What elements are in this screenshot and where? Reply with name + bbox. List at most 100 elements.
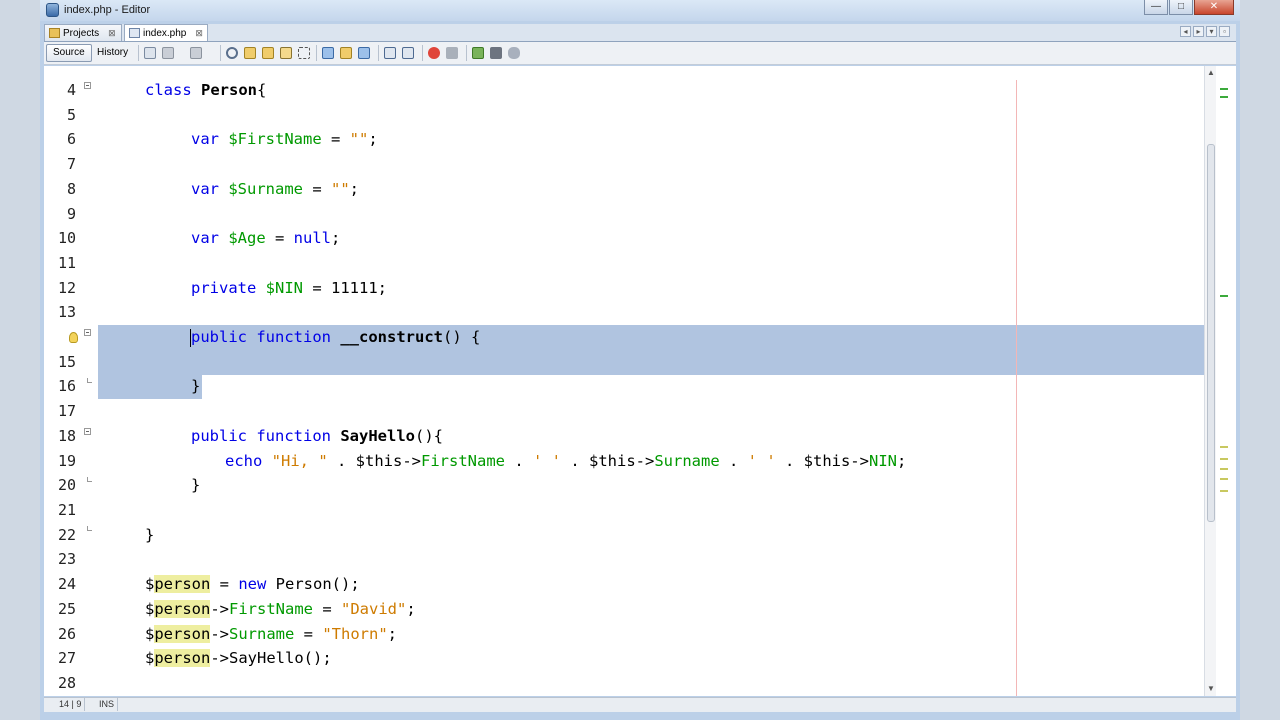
line-number: 13 xyxy=(57,303,76,321)
editor-toolbar: Source History xyxy=(44,42,1236,65)
toggle-highlight-icon[interactable] xyxy=(280,47,292,59)
code-line-18: public function SayHello(){ xyxy=(191,427,443,445)
code-line-4: class Person{ xyxy=(145,81,267,99)
restore-window-icon[interactable]: ▫ xyxy=(1219,26,1230,37)
line-number: 4 xyxy=(66,81,76,99)
fold-end-icon xyxy=(87,526,92,531)
toggle-bookmark-icon[interactable] xyxy=(358,47,370,59)
code-line-8: var $Surname = ""; xyxy=(191,180,360,198)
app-icon xyxy=(46,3,59,17)
tab-projects-label: Projects xyxy=(63,27,100,39)
database-icon[interactable] xyxy=(508,47,520,59)
line-number: 11 xyxy=(57,254,76,272)
code-line-12: private $NIN = 11111; xyxy=(191,279,387,297)
line-number: 22 xyxy=(57,526,76,544)
toggle-rect-selection-icon[interactable] xyxy=(298,47,310,59)
code-line-16: } xyxy=(191,377,201,395)
fold-toggle-icon[interactable] xyxy=(84,329,91,336)
line-number: 27 xyxy=(57,649,76,667)
scroll-down-icon[interactable]: ▼ xyxy=(1207,684,1215,693)
scroll-tabs-right-icon[interactable]: ▸ xyxy=(1193,26,1204,37)
php-file-icon xyxy=(129,28,140,38)
line-number: 24 xyxy=(57,575,76,593)
stripe-mark[interactable] xyxy=(1220,96,1228,98)
fold-toggle-icon[interactable] xyxy=(84,82,91,89)
line-number: 10 xyxy=(57,229,76,247)
code-line-26: $person->Surname = "Thorn"; xyxy=(145,625,398,643)
stripe-mark[interactable] xyxy=(1220,295,1228,297)
projects-icon xyxy=(49,28,60,38)
line-number: 5 xyxy=(66,106,76,124)
code-line-19: echo "Hi, " . $this->FirstName . ' ' . $… xyxy=(225,452,907,470)
stripe-mark[interactable] xyxy=(1220,490,1228,492)
minimize-button[interactable]: — xyxy=(1144,0,1168,15)
cursor-position: 14 | 9 xyxy=(56,698,86,711)
forward-icon[interactable] xyxy=(190,47,202,59)
uncomment-icon[interactable] xyxy=(490,47,502,59)
line-number: 26 xyxy=(57,625,76,643)
next-bookmark-icon[interactable] xyxy=(340,47,352,59)
stop-macro-icon[interactable] xyxy=(446,47,458,59)
line-number: 25 xyxy=(57,600,76,618)
editor-window: index.php - Editor — □ ✕ Projects ⊠ inde… xyxy=(40,0,1240,720)
window-title: index.php - Editor xyxy=(64,4,151,16)
line-number: 15 xyxy=(57,353,76,371)
line-number: 23 xyxy=(57,550,76,568)
stripe-mark[interactable] xyxy=(1220,458,1228,460)
show-opened-documents-icon[interactable]: ▾ xyxy=(1206,26,1217,37)
code-line-27: $person->SayHello(); xyxy=(145,649,332,667)
code-line-14: public function __construct() { xyxy=(190,328,481,347)
line-number: 6 xyxy=(66,130,76,148)
stripe-mark[interactable] xyxy=(1220,478,1228,480)
tab-index-php-label: index.php xyxy=(143,27,187,39)
scrollbar-thumb[interactable] xyxy=(1207,144,1215,522)
line-number: 19 xyxy=(57,452,76,470)
tab-index-php-close-icon[interactable]: ⊠ xyxy=(195,28,203,39)
line-number: 20 xyxy=(57,476,76,494)
stripe-mark[interactable] xyxy=(1220,88,1228,90)
find-previous-icon[interactable] xyxy=(244,47,256,59)
line-number: 16 xyxy=(57,377,76,395)
find-next-icon[interactable] xyxy=(262,47,274,59)
start-macro-icon[interactable] xyxy=(428,47,440,59)
code-editor[interactable]: 4 5 6 7 8 9 10 11 12 13 14 15 16 17 18 1… xyxy=(44,66,1236,696)
error-stripe[interactable] xyxy=(1216,66,1230,696)
insert-mode: INS xyxy=(96,698,119,711)
history-button[interactable]: History xyxy=(90,44,135,62)
find-icon[interactable] xyxy=(226,47,238,59)
line-number: 17 xyxy=(57,402,76,420)
maximize-button[interactable]: □ xyxy=(1169,0,1193,15)
comment-icon[interactable] xyxy=(472,47,484,59)
line-number: 28 xyxy=(57,674,76,692)
code-line-24: $person = new Person(); xyxy=(145,575,360,593)
line-number: 7 xyxy=(66,155,76,173)
shift-right-icon[interactable] xyxy=(402,47,414,59)
line-number: 21 xyxy=(57,501,76,519)
back-icon[interactable] xyxy=(162,47,174,59)
code-line-10: var $Age = null; xyxy=(191,229,341,247)
stripe-mark[interactable] xyxy=(1220,446,1228,448)
source-button[interactable]: Source xyxy=(46,44,92,62)
code-text-area[interactable]: class Person{ var $FirstName = ""; var $… xyxy=(94,66,1204,696)
line-number: 12 xyxy=(57,279,76,297)
tab-projects[interactable]: Projects ⊠ xyxy=(44,24,122,41)
code-line-25: $person->FirstName = "David"; xyxy=(145,600,416,618)
fold-end-icon xyxy=(87,378,92,383)
line-number-gutter: 4 5 6 7 8 9 10 11 12 13 14 15 16 17 18 1… xyxy=(44,66,94,696)
lightbulb-hint-icon[interactable] xyxy=(69,332,78,343)
scroll-up-icon[interactable]: ▲ xyxy=(1207,68,1215,77)
last-edit-icon[interactable] xyxy=(144,47,156,59)
previous-bookmark-icon[interactable] xyxy=(322,47,334,59)
code-line-20: } xyxy=(191,476,201,494)
fold-end-icon xyxy=(87,477,92,482)
shift-left-icon[interactable] xyxy=(384,47,396,59)
code-line-22: } xyxy=(145,526,155,544)
title-bar: index.php - Editor — □ ✕ xyxy=(40,0,1240,21)
scroll-tabs-left-icon[interactable]: ◂ xyxy=(1180,26,1191,37)
fold-toggle-icon[interactable] xyxy=(84,428,91,435)
status-bar: 14 | 9 INS xyxy=(44,697,1236,712)
stripe-mark[interactable] xyxy=(1220,468,1228,470)
tab-projects-close-icon[interactable]: ⊠ xyxy=(108,28,116,39)
tab-index-php[interactable]: index.php ⊠ xyxy=(124,24,208,41)
close-button[interactable]: ✕ xyxy=(1194,0,1234,15)
